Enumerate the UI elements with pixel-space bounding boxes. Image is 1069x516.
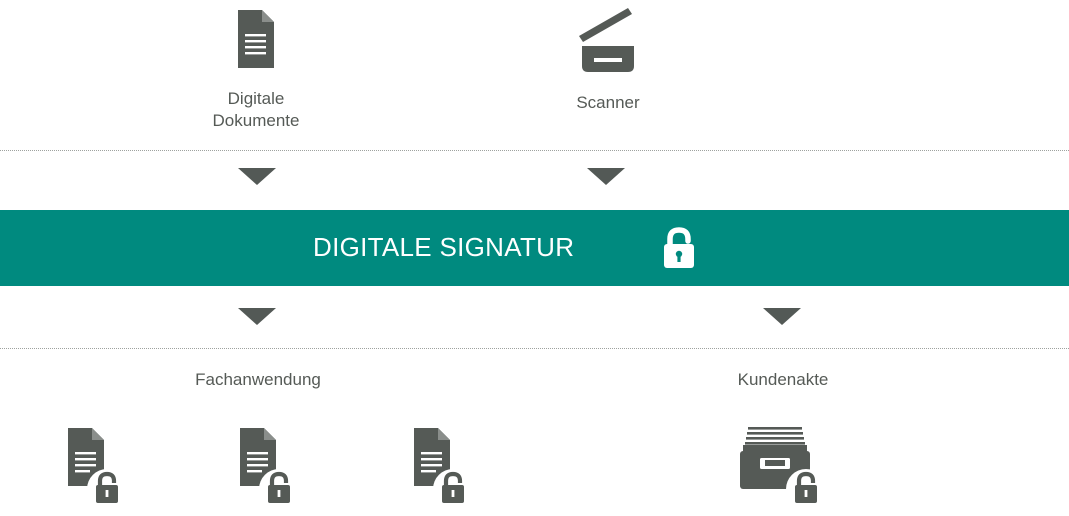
signed-document-icon — [414, 428, 472, 508]
arrow-down-documents — [238, 168, 276, 185]
kundenakte-label: Kundenakte — [737, 370, 829, 389]
scanner-icon — [576, 8, 636, 72]
fachanwendung-label: Fachanwendung — [195, 370, 321, 389]
scanner-label: Scanner — [576, 93, 640, 112]
digital-documents-label: Digitale Dokumente — [212, 89, 300, 130]
document-icon — [238, 10, 274, 68]
lock-icon — [663, 227, 695, 269]
divider-top — [0, 150, 1069, 151]
arrow-down-scanner — [587, 168, 625, 185]
signed-document-icon — [240, 428, 298, 508]
arrow-down-fachanwendung — [238, 308, 276, 325]
arrow-down-kundenakte — [763, 308, 801, 325]
signed-document-icon — [68, 428, 126, 508]
divider-bottom — [0, 348, 1069, 349]
archive-drawer-icon — [740, 427, 828, 509]
signature-title: DIGITALE SIGNATUR — [313, 232, 575, 262]
